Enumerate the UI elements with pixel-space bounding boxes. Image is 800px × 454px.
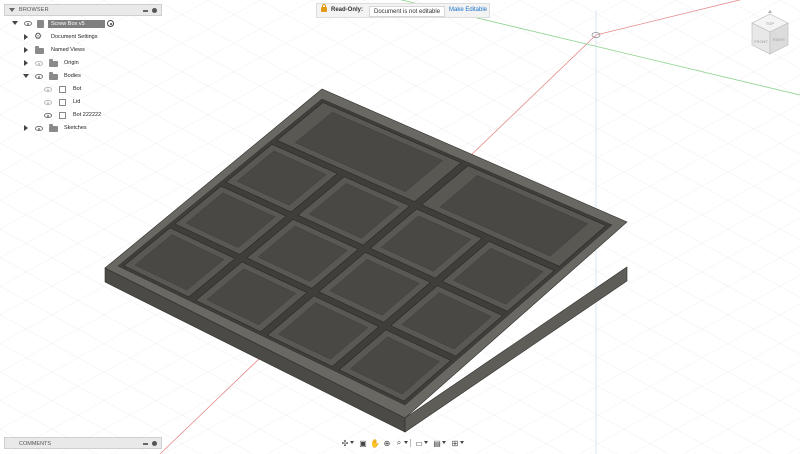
tree-item-label: Sketches xyxy=(64,125,87,131)
view-cube-arrow-icon[interactable] xyxy=(768,10,772,13)
folder-icon xyxy=(49,72,58,80)
eye-hidden-icon[interactable] xyxy=(44,100,52,105)
view-cube-top-label: TOP xyxy=(766,21,774,26)
body-icon xyxy=(59,112,66,119)
activate-radio-icon[interactable] xyxy=(107,20,114,27)
grid-settings-icon[interactable]: ▤ xyxy=(432,438,442,448)
comments-title: COMMENTS xyxy=(19,440,52,447)
expand-icon[interactable] xyxy=(24,60,28,66)
eye-icon[interactable] xyxy=(24,21,32,26)
viewports-icon[interactable]: ⊞ xyxy=(450,438,460,448)
look-at-icon[interactable]: ▣ xyxy=(358,438,368,448)
chevron-down-icon[interactable] xyxy=(460,441,464,444)
tree-item-label: Bodies xyxy=(64,73,81,79)
readonly-label: Read-Only: xyxy=(331,7,364,13)
collapse-icon[interactable] xyxy=(9,8,15,12)
tree-item-sketches[interactable]: Sketches xyxy=(4,123,162,134)
eye-icon[interactable] xyxy=(35,74,43,79)
folder-icon xyxy=(49,59,58,67)
folder-icon xyxy=(49,124,58,132)
tree-item-label: Named Views xyxy=(51,47,85,53)
document-name: Screw Box v5 xyxy=(48,20,105,28)
tree-item-named-views[interactable]: Named Views xyxy=(4,45,162,56)
chevron-down-icon[interactable] xyxy=(442,441,446,444)
browser-panel: BROWSER Screw Box v5 ⚙ Document Settings… xyxy=(4,4,162,134)
navigation-toolbar: ✣ ▣ ✋ ⊕ ⌕ ▭ ▤ ⊞ xyxy=(340,437,466,449)
minimize-icon[interactable] xyxy=(143,443,148,445)
eye-icon[interactable] xyxy=(44,113,52,118)
body-icon xyxy=(59,99,66,106)
chevron-down-icon[interactable] xyxy=(424,441,428,444)
collapse-icon[interactable] xyxy=(23,74,29,78)
minimize-icon[interactable] xyxy=(143,10,148,12)
zoom-window-icon[interactable]: ⌕ xyxy=(394,438,404,448)
eye-icon[interactable] xyxy=(35,126,43,131)
body-icon xyxy=(59,86,66,93)
tree-item-origin[interactable]: Origin xyxy=(4,58,162,69)
expand-icon[interactable] xyxy=(24,47,28,53)
pan-icon[interactable]: ✋ xyxy=(370,438,380,448)
browser-title: BROWSER xyxy=(19,7,49,13)
readonly-message: Document is not editable xyxy=(369,6,446,17)
tree-item-body-lid[interactable]: Lid xyxy=(4,97,162,108)
eye-hidden-icon[interactable] xyxy=(35,61,43,66)
view-cube-front-label: FRONT xyxy=(754,39,768,44)
readonly-bar: Read-Only: Document is not editable Make… xyxy=(316,3,490,18)
expand-document-icon[interactable] xyxy=(12,21,18,25)
tree-item-label: Document Settings xyxy=(51,34,98,40)
folder-icon xyxy=(35,46,44,54)
view-cube-right-label: RIGHT xyxy=(773,37,786,42)
toolbar-separator xyxy=(410,439,411,447)
expand-icon[interactable] xyxy=(24,125,28,131)
view-cube[interactable]: TOP FRONT RIGHT xyxy=(748,10,792,62)
comments-panel[interactable]: COMMENTS xyxy=(4,437,162,449)
tree-item-label: Bot xyxy=(73,86,82,92)
browser-header[interactable]: BROWSER xyxy=(4,4,162,16)
gear-icon: ⚙ xyxy=(34,31,43,41)
add-comment-icon[interactable] xyxy=(152,441,157,446)
orbit-icon[interactable]: ✣ xyxy=(340,438,350,448)
display-settings-icon[interactable]: ▭ xyxy=(414,438,424,448)
document-icon xyxy=(37,20,44,28)
tree-item-document-settings[interactable]: ⚙ Document Settings xyxy=(4,32,162,43)
chevron-down-icon[interactable] xyxy=(350,441,354,444)
tree-item-label: Lid xyxy=(73,99,81,105)
tree-item-bodies[interactable]: Bodies xyxy=(4,71,162,82)
tree-item-body-bot-222222[interactable]: Bot 222222 xyxy=(4,110,162,121)
make-editable-link[interactable]: Make Editable xyxy=(449,7,487,13)
lock-icon xyxy=(321,4,327,12)
tree-root-document[interactable]: Screw Box v5 xyxy=(4,18,162,29)
chevron-down-icon[interactable] xyxy=(404,441,408,444)
options-icon[interactable] xyxy=(152,8,157,13)
expand-icon[interactable] xyxy=(24,34,28,40)
tree-item-body-bot[interactable]: Bot xyxy=(4,84,162,95)
tree-item-label: Bot 222222 xyxy=(73,112,102,118)
eye-hidden-icon[interactable] xyxy=(44,87,52,92)
tree-item-label: Origin xyxy=(64,60,79,66)
zoom-icon[interactable]: ⊕ xyxy=(382,438,392,448)
